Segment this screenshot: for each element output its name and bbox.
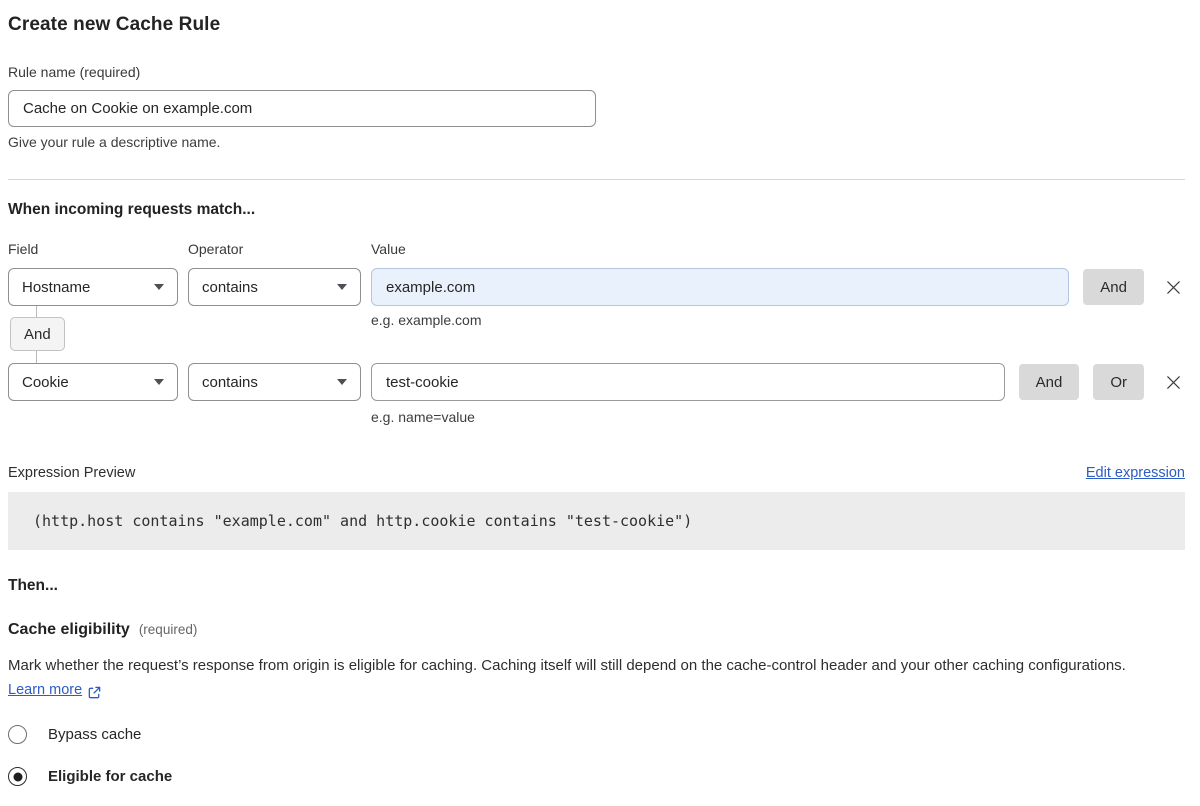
operator-select-1[interactable]: contains	[188, 268, 361, 306]
value-input-1[interactable]	[371, 268, 1069, 306]
learn-more-link[interactable]: Learn more	[8, 678, 102, 702]
chevron-down-icon	[337, 379, 347, 385]
and-button-row-1[interactable]: And	[1083, 269, 1144, 305]
cache-eligibility-heading-row: Cache eligibility (required)	[8, 621, 1185, 639]
rule-name-input[interactable]	[8, 90, 596, 127]
expression-preview-code: (http.host contains "example.com" and ht…	[8, 492, 1185, 550]
create-cache-rule-form: Create new Cache Rule Rule name (require…	[8, 14, 1185, 786]
remove-condition-2-button[interactable]	[1161, 370, 1185, 394]
cache-eligibility-heading: Cache eligibility	[8, 621, 130, 639]
expression-preview-label: Expression Preview	[8, 465, 135, 481]
chevron-down-icon	[337, 284, 347, 290]
connector-band: And e.g. example.com	[8, 306, 1185, 363]
operator-select-2-value: contains	[202, 374, 258, 391]
field-select-1[interactable]: Hostname	[8, 268, 178, 306]
and-connector-button[interactable]: And	[10, 317, 65, 351]
required-tag: (required)	[139, 622, 198, 637]
and-button-row-2[interactable]: And	[1019, 364, 1080, 400]
radio-icon	[8, 767, 27, 786]
expression-preview-header: Expression Preview Edit expression	[8, 465, 1185, 481]
field-select-2[interactable]: Cookie	[8, 363, 178, 401]
condition-column-labels: Field Operator Value	[8, 241, 1185, 257]
rule-name-label: Rule name (required)	[8, 64, 1185, 80]
condition-row-2: Cookie contains And Or	[8, 363, 1185, 401]
value-input-2[interactable]	[371, 363, 1005, 401]
then-heading: Then...	[8, 577, 1185, 595]
value-hint-1: e.g. example.com	[371, 312, 482, 328]
field-select-1-value: Hostname	[22, 279, 90, 296]
learn-more-label: Learn more	[8, 678, 82, 702]
remove-condition-1-button[interactable]	[1161, 275, 1185, 299]
chevron-down-icon	[154, 379, 164, 385]
description-text: Mark whether the request’s response from…	[8, 657, 1126, 674]
operator-select-2[interactable]: contains	[188, 363, 361, 401]
chevron-down-icon	[154, 284, 164, 290]
operator-column-label: Operator	[188, 241, 371, 257]
page-title: Create new Cache Rule	[8, 14, 1185, 36]
cache-eligibility-description: Mark whether the request’s response from…	[8, 654, 1185, 702]
edit-expression-link[interactable]: Edit expression	[1086, 465, 1185, 481]
operator-select-1-value: contains	[202, 279, 258, 296]
value-column-label: Value	[371, 241, 1185, 257]
eligible-for-cache-label: Eligible for cache	[48, 768, 172, 785]
close-icon	[1164, 373, 1183, 392]
field-select-2-value: Cookie	[22, 374, 69, 391]
or-button-row-2[interactable]: Or	[1093, 364, 1144, 400]
eligible-for-cache-radio[interactable]: Eligible for cache	[8, 767, 1185, 786]
section-divider	[8, 179, 1185, 180]
radio-icon	[8, 725, 27, 744]
condition-row-1: Hostname contains And	[8, 268, 1185, 306]
field-column-label: Field	[8, 241, 188, 257]
match-heading: When incoming requests match...	[8, 201, 1185, 219]
bypass-cache-label: Bypass cache	[48, 726, 141, 743]
rule-name-help: Give your rule a descriptive name.	[8, 134, 1185, 150]
bypass-cache-radio[interactable]: Bypass cache	[8, 725, 1185, 744]
close-icon	[1164, 278, 1183, 297]
value-hint-2: e.g. name=value	[8, 409, 1185, 425]
external-link-icon	[87, 685, 102, 700]
